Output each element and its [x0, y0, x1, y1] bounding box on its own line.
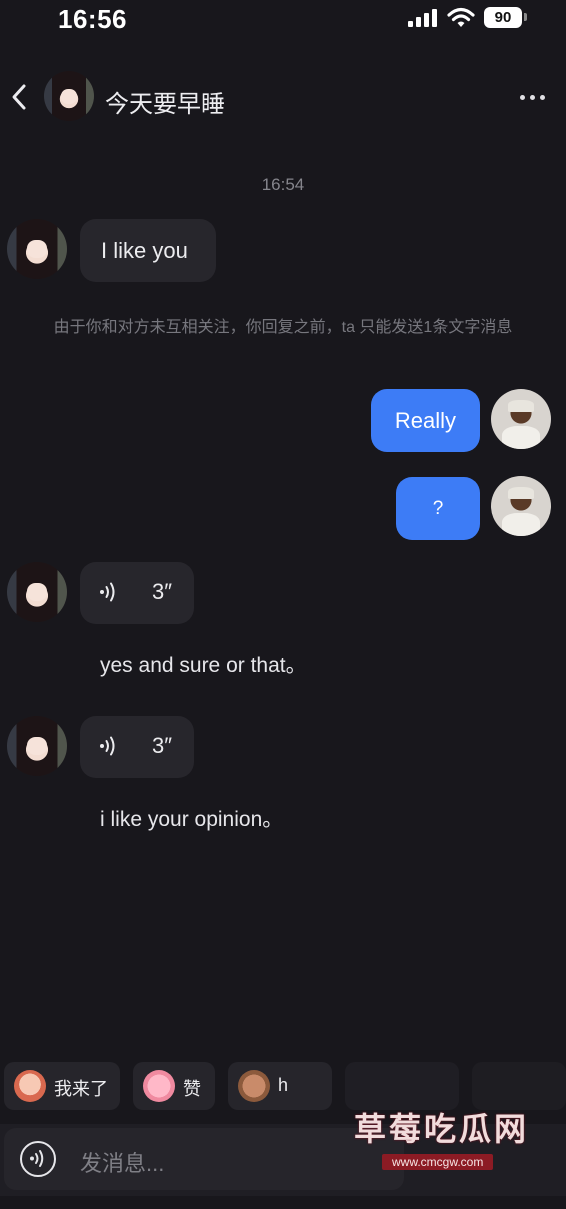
sender-avatar[interactable]	[7, 716, 67, 776]
voice-transcript: i like your opinion。	[100, 808, 284, 831]
contact-name[interactable]: 今天要早睡	[105, 84, 225, 119]
watermark-url: www.cmcgw.com	[382, 1154, 494, 1170]
outgoing-message-bubble[interactable]: ?	[396, 477, 480, 540]
incoming-message-bubble[interactable]: I like you	[80, 219, 216, 282]
voice-message-bubble[interactable]: 3″	[80, 716, 194, 778]
message-text: ?	[432, 498, 444, 519]
wifi-icon	[447, 7, 475, 27]
status-bar: 16:56 90	[0, 0, 566, 40]
input-placeholder: 发消息...	[80, 1151, 165, 1176]
voice-duration: 3″	[152, 579, 173, 604]
message-input[interactable]: 发消息...	[4, 1128, 404, 1190]
quick-reply-chip[interactable]	[345, 1062, 459, 1110]
quick-reply-bar: 我来了 赞 h	[0, 1062, 566, 1110]
emoji-icon	[14, 1070, 46, 1102]
signal-icon	[408, 9, 438, 27]
voice-wave-icon	[100, 736, 115, 756]
voice-wave-icon	[100, 582, 115, 602]
battery-tip	[524, 13, 527, 21]
watermark: 草莓吃瓜网 www.cmcgw.com	[354, 1104, 532, 1171]
voice-input-icon[interactable]	[20, 1141, 56, 1177]
watermark-text: 草莓吃瓜网	[354, 1111, 530, 1147]
system-notice: 由于你和对方未互相关注，你回复之前，ta 只能发送1条文字消息	[53, 319, 513, 336]
quick-reply-label: 我来了	[54, 1079, 108, 1099]
emoji-icon	[238, 1070, 270, 1102]
sender-avatar[interactable]	[7, 219, 67, 279]
outgoing-message-bubble[interactable]: Really	[371, 389, 480, 452]
voice-transcript: yes and sure or that。	[100, 654, 307, 677]
voice-duration: 3″	[152, 733, 173, 758]
quick-reply-chip[interactable]	[472, 1062, 566, 1110]
contact-avatar[interactable]	[44, 71, 94, 121]
message-timestamp: 16:54	[261, 175, 305, 194]
battery-icon: 90	[484, 7, 522, 28]
status-time: 16:56	[58, 4, 127, 34]
chevron-left-icon[interactable]	[6, 80, 30, 114]
quick-reply-chip[interactable]: 我来了	[4, 1062, 120, 1110]
quick-reply-chip[interactable]: h	[228, 1062, 332, 1110]
quick-reply-label: h	[278, 1075, 289, 1095]
my-avatar[interactable]	[491, 389, 551, 449]
chat-header: 今天要早睡	[0, 62, 566, 132]
message-text: I like you	[101, 238, 188, 263]
quick-reply-label: 赞	[183, 1079, 201, 1099]
voice-message-bubble[interactable]: 3″	[80, 562, 194, 624]
quick-reply-chip[interactable]: 赞	[133, 1062, 215, 1110]
sender-avatar[interactable]	[7, 562, 67, 622]
more-horizontal-icon[interactable]	[520, 95, 546, 103]
message-text: Really	[394, 408, 457, 433]
my-avatar[interactable]	[491, 476, 551, 536]
emoji-icon	[143, 1070, 175, 1102]
